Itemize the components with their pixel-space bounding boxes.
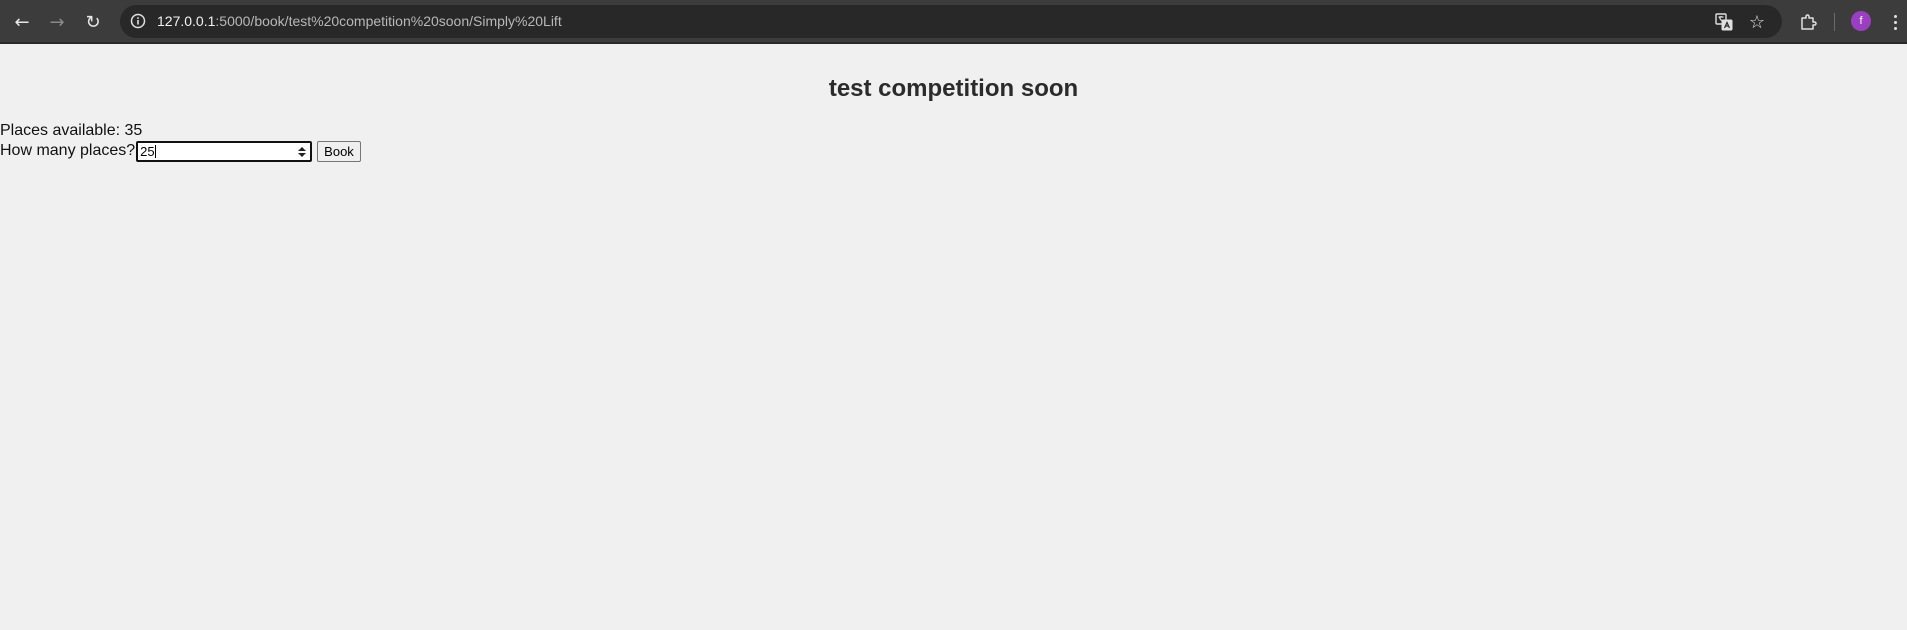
back-arrow-icon[interactable]: ← xyxy=(8,8,36,36)
places-question-label: How many places? xyxy=(0,142,136,159)
url-text[interactable]: 127.0.0.1:5000/book/test%20competition%2… xyxy=(157,13,562,29)
booking-form: How many places? 25 Book xyxy=(0,140,361,162)
spin-down-icon[interactable] xyxy=(297,152,306,157)
places-input-value: 25 xyxy=(140,143,155,159)
places-available: Places available: 35 xyxy=(0,122,142,140)
translate-icon[interactable] xyxy=(1712,10,1736,34)
address-bar[interactable]: 127.0.0.1:5000/book/test%20competition%2… xyxy=(120,5,1782,38)
kebab-menu-icon[interactable] xyxy=(1890,11,1900,33)
avatar[interactable]: f xyxy=(1851,11,1871,31)
places-number-input[interactable]: 25 xyxy=(136,140,313,162)
places-available-label: Places available: xyxy=(0,122,125,139)
page-title: test competition soon xyxy=(828,75,1079,102)
forward-arrow-icon[interactable]: → xyxy=(43,8,71,36)
number-spinner[interactable] xyxy=(297,145,306,159)
reload-icon[interactable]: ↻ xyxy=(79,8,107,36)
spin-up-icon[interactable] xyxy=(297,146,306,151)
extensions-icon[interactable] xyxy=(1795,9,1821,35)
bookmark-star-icon[interactable]: ☆ xyxy=(1745,10,1769,34)
browser-toolbar: ← → ↻ 127.0.0.1:5000/book/test%20competi… xyxy=(0,0,1907,44)
places-available-value: 35 xyxy=(124,122,143,139)
toolbar-separator xyxy=(1834,13,1835,31)
page-content: test competition soon Places available: … xyxy=(0,44,1907,630)
text-caret xyxy=(154,144,156,158)
site-info-icon[interactable] xyxy=(129,12,147,30)
url-path: :5000/book/test%20competition%20soon/Sim… xyxy=(215,13,562,29)
url-host: 127.0.0.1 xyxy=(157,13,216,29)
book-button[interactable]: Book xyxy=(317,140,361,162)
